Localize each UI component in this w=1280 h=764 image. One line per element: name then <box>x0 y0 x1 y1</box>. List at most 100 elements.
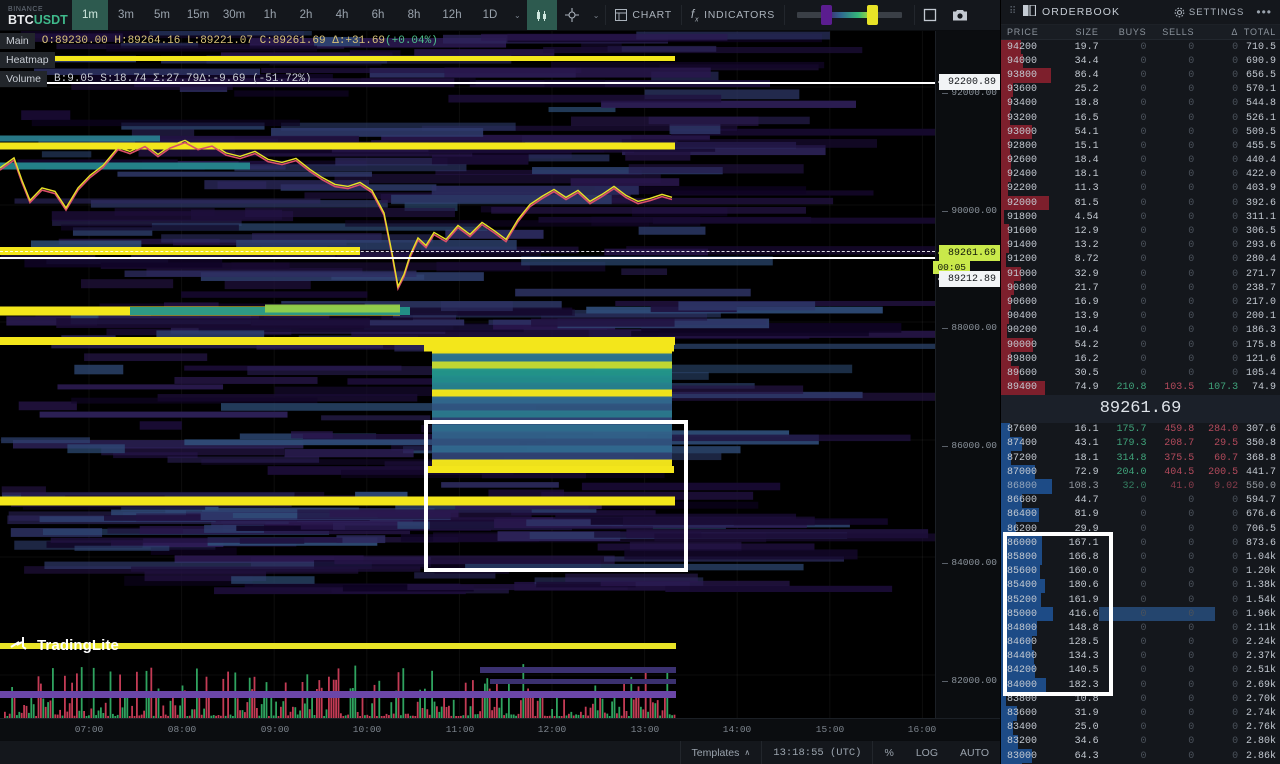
table-row[interactable]: 84200140.50002.51k <box>1001 664 1280 678</box>
cell-buys: 0 <box>1099 637 1147 648</box>
percent-toggle[interactable]: % <box>872 741 904 764</box>
table-row[interactable]: 84000182.30002.69k <box>1001 678 1280 692</box>
table-row[interactable]: 9340018.8000544.8 <box>1001 97 1280 111</box>
table-row[interactable]: 9060016.9000217.0 <box>1001 295 1280 309</box>
timeframe-1m[interactable]: 1m <box>72 0 108 30</box>
table-row[interactable]: 9240018.1000422.0 <box>1001 168 1280 182</box>
table-row[interactable]: 8760016.1175.7459.8284.0307.6 <box>1001 423 1280 437</box>
table-row[interactable]: 84800148.80002.11k <box>1001 621 1280 635</box>
timeframe-chevron-down-icon[interactable]: ⌄ <box>508 0 527 30</box>
drawing-chevron-down-icon[interactable]: ⌄ <box>587 0 606 30</box>
table-row[interactable]: 8380010.80002.70k <box>1001 692 1280 706</box>
table-row[interactable]: 9320016.5000526.1 <box>1001 111 1280 125</box>
table-row[interactable]: 8640081.9000676.6 <box>1001 508 1280 522</box>
more-options-icon[interactable]: ••• <box>1250 5 1272 19</box>
table-row[interactable]: 912008.72000280.4 <box>1001 253 1280 267</box>
table-row[interactable]: 9140013.2000293.6 <box>1001 239 1280 253</box>
cell-buys: 0 <box>1099 169 1147 180</box>
table-row[interactable]: 8940074.9210.8103.5107.374.9 <box>1001 381 1280 395</box>
table-row[interactable]: 9260018.4000440.4 <box>1001 154 1280 168</box>
auto-toggle[interactable]: AUTO <box>949 741 1000 764</box>
chart-selection-box[interactable] <box>424 420 688 572</box>
price-axis[interactable]: 92000.00 90000.00 88000.00 86000.00 8400… <box>935 31 1000 718</box>
cell-buys: 0 <box>1099 98 1147 109</box>
table-row[interactable]: 85400180.60001.38k <box>1001 579 1280 593</box>
timeframe-4h[interactable]: 4h <box>324 0 360 30</box>
table-row[interactable]: 85200161.90001.54k <box>1001 593 1280 607</box>
table-row[interactable]: 9420019.7000710.5 <box>1001 40 1280 54</box>
table-row[interactable]: 8340025.00002.76k <box>1001 721 1280 735</box>
templates-button[interactable]: Templates ∧ <box>680 741 762 764</box>
table-row[interactable]: 9360025.2000570.1 <box>1001 83 1280 97</box>
cell-price: 87200 <box>1001 453 1053 464</box>
log-toggle[interactable]: LOG <box>905 741 949 764</box>
timeframe-1h[interactable]: 1h <box>252 0 288 30</box>
timeframe-1D[interactable]: 1D <box>472 0 508 30</box>
drag-handle-icon[interactable]: ⠿ <box>1009 9 1017 15</box>
table-row[interactable]: 8620029.9000706.5 <box>1001 522 1280 536</box>
table-row[interactable]: 84600128.50002.24k <box>1001 636 1280 650</box>
chart-plot-area[interactable]: TradingLite <box>0 31 935 718</box>
table-row[interactable]: 918004.54000311.1 <box>1001 210 1280 224</box>
table-row[interactable]: 85000416.60001.96k <box>1001 607 1280 621</box>
table-row[interactable]: 9400034.4000690.9 <box>1001 54 1280 68</box>
cell-delta: 0 <box>1194 98 1238 109</box>
table-row[interactable]: 8960030.5000105.4 <box>1001 366 1280 380</box>
cell-size: 13.9 <box>1053 311 1099 322</box>
table-row[interactable]: 84400134.30002.37k <box>1001 650 1280 664</box>
heatmap-intensity-slider[interactable] <box>785 0 914 30</box>
table-row[interactable]: 9280015.1000455.5 <box>1001 139 1280 153</box>
timeframe-2h[interactable]: 2h <box>288 0 324 30</box>
candlestick-icon[interactable] <box>527 0 557 30</box>
timeframe-5m[interactable]: 5m <box>144 0 180 30</box>
table-row[interactable]: 86800108.332.041.09.02550.0 <box>1001 479 1280 493</box>
timeframe-15m[interactable]: 15m <box>180 0 216 30</box>
table-row[interactable]: 8660044.7000594.7 <box>1001 494 1280 508</box>
chart-button[interactable]: CHART <box>606 0 680 30</box>
table-row[interactable]: 9300054.1000509.5 <box>1001 125 1280 139</box>
table-row[interactable]: 9040013.9000200.1 <box>1001 310 1280 324</box>
table-row[interactable]: 9200081.5000392.6 <box>1001 196 1280 210</box>
table-row[interactable]: 9100032.9000271.7 <box>1001 267 1280 281</box>
slider-handle-low[interactable] <box>821 5 832 25</box>
table-row[interactable]: 85800166.80001.04k <box>1001 550 1280 564</box>
timeframe-8h[interactable]: 8h <box>396 0 432 30</box>
crosshair-icon[interactable] <box>557 0 587 30</box>
timeframe-12h[interactable]: 12h <box>432 0 472 30</box>
symbol-selector[interactable]: BINANCE BTCUSDT <box>0 0 72 30</box>
table-row[interactable]: 8360031.90002.74k <box>1001 706 1280 720</box>
table-row[interactable]: 9000054.2000175.8 <box>1001 338 1280 352</box>
camera-icon[interactable] <box>945 0 975 30</box>
table-row[interactable]: 8700072.9204.0404.5200.5441.7 <box>1001 465 1280 479</box>
indicators-button[interactable]: fx INDICATORS <box>682 0 784 30</box>
table-row[interactable]: 8720018.1314.8375.560.7368.8 <box>1001 451 1280 465</box>
cell-size: 29.9 <box>1053 524 1099 535</box>
table-row[interactable]: 9160012.9000306.5 <box>1001 224 1280 238</box>
table-row[interactable]: 8980016.2000121.6 <box>1001 352 1280 366</box>
slider-track[interactable] <box>797 12 902 18</box>
cell-size: 31.9 <box>1053 708 1099 719</box>
timeframe-6h[interactable]: 6h <box>360 0 396 30</box>
time-axis[interactable]: 07:00 08:00 09:00 10:00 11:00 12:00 13:0… <box>0 718 1000 740</box>
price-tick-90000: 90000.00 <box>951 205 997 216</box>
orderbook-bids[interactable]: 8760016.1175.7459.8284.0307.68740043.117… <box>1001 423 1280 764</box>
settings-button[interactable]: SETTINGS <box>1174 7 1245 18</box>
cell-delta: 60.7 <box>1194 453 1238 464</box>
square-icon[interactable] <box>915 0 945 30</box>
table-row[interactable]: 9380086.4000656.5 <box>1001 68 1280 82</box>
table-row[interactable]: 85600160.00001.20k <box>1001 565 1280 579</box>
orderbook-asks[interactable]: 9420019.7000710.59400034.4000690.9938008… <box>1001 40 1280 395</box>
table-row[interactable]: 9020010.4000186.3 <box>1001 324 1280 338</box>
cell-sells: 459.8 <box>1146 424 1194 435</box>
table-row[interactable]: 8320034.60002.80k <box>1001 735 1280 749</box>
table-row[interactable]: 9080021.7000238.7 <box>1001 281 1280 295</box>
cell-price: 93400 <box>1001 98 1053 109</box>
cell-delta: 0 <box>1194 495 1238 506</box>
table-row[interactable]: 86000167.1000873.6 <box>1001 536 1280 550</box>
table-row[interactable]: 9220011.3000403.9 <box>1001 182 1280 196</box>
timeframe-30m[interactable]: 30m <box>216 0 252 30</box>
table-row[interactable]: 8300064.30002.86k <box>1001 749 1280 763</box>
slider-handle-high[interactable] <box>867 5 878 25</box>
timeframe-3m[interactable]: 3m <box>108 0 144 30</box>
table-row[interactable]: 8740043.1179.3208.729.5350.8 <box>1001 437 1280 451</box>
